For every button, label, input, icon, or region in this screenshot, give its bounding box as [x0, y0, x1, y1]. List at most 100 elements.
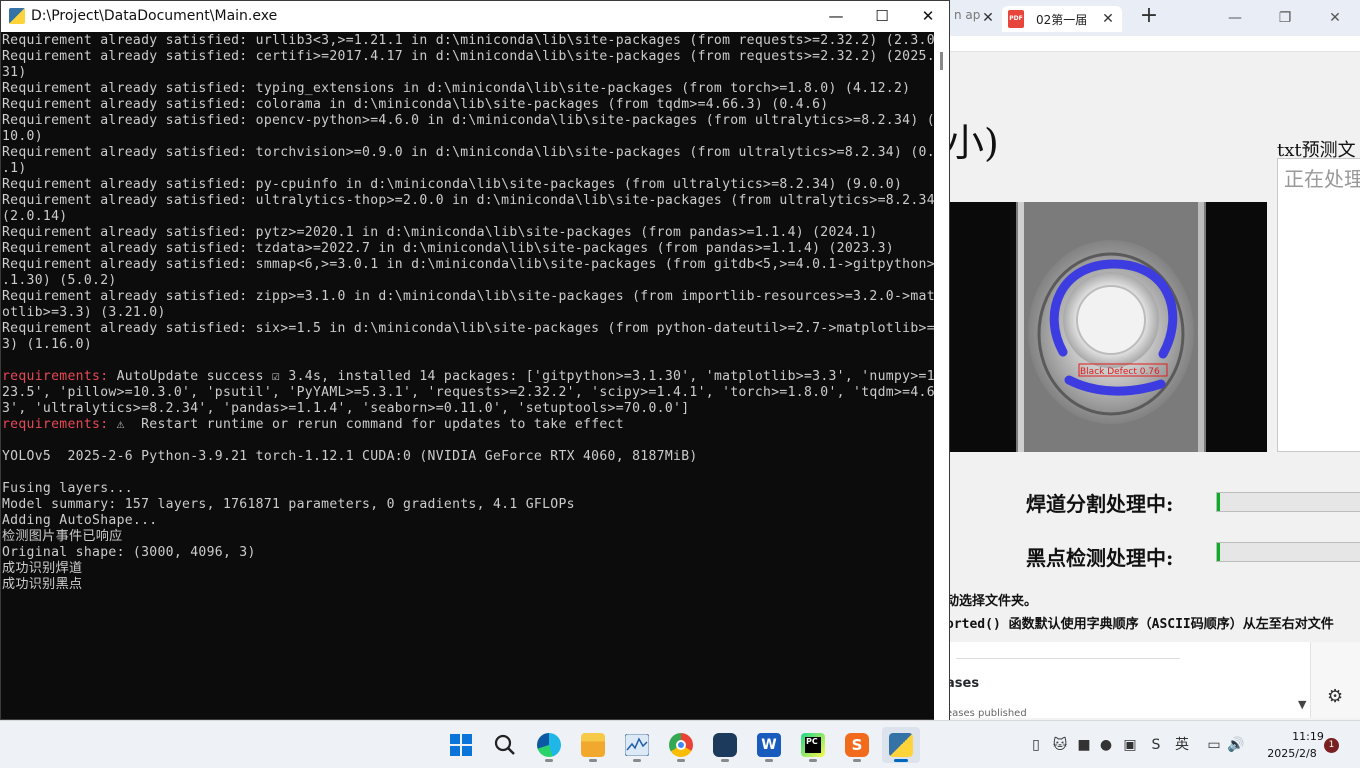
- cat-tray-icon[interactable]: 🐱: [1050, 735, 1070, 755]
- console-line: (2.0.14): [2, 209, 68, 224]
- console-line: otlib>=3.3) (3.21.0): [2, 305, 166, 320]
- minimize-icon[interactable]: —: [1224, 8, 1246, 28]
- console-line: 23.5', 'pillow>=10.3.0', 'psutil', 'PyYA…: [2, 385, 934, 400]
- minimize-button[interactable]: —: [813, 1, 859, 32]
- console-line: requirements: ⚠ Restart runtime or rerun…: [2, 417, 624, 432]
- pycharm-app[interactable]: PC: [794, 727, 832, 763]
- browser-bottom-pane: ases eases published ▼ ⚙: [946, 642, 1360, 719]
- console-window[interactable]: D:\Project\DataDocument\Main.exe — ☐ ✕ R…: [0, 0, 950, 720]
- scrollbar-thumb[interactable]: [940, 52, 943, 70]
- search-icon: [494, 734, 515, 755]
- console-line: Requirement already satisfied: zipp>=3.1…: [2, 289, 934, 304]
- console-line: Requirement already satisfied: urllib3<3…: [2, 33, 934, 48]
- notification-badge[interactable]: 1: [1324, 738, 1339, 753]
- close-icon[interactable]: ✕: [980, 10, 996, 26]
- browser-tab-active[interactable]: PDF 02第一届 ✕: [1002, 6, 1122, 32]
- console-title-bar[interactable]: D:\Project\DataDocument\Main.exe — ☐ ✕: [1, 1, 949, 32]
- windows-logo-icon: [450, 734, 472, 756]
- sogou-icon: S: [845, 733, 869, 757]
- console-line: Requirement already satisfied: pytz>=202…: [2, 225, 878, 240]
- console-line: Requirement already satisfied: smmap<6,>…: [2, 257, 934, 272]
- desktop: n ap ✕ PDF 02第一届 ✕ + — ❐ ✕ 小) Black Defe…: [0, 0, 1360, 768]
- folder-icon: [581, 733, 605, 757]
- detection-image: Black Defect 0.76: [946, 202, 1267, 452]
- usb-icon[interactable]: ▯: [1026, 735, 1046, 755]
- word-app[interactable]: W: [750, 727, 788, 763]
- console-line: Requirement already satisfied: colorama …: [2, 97, 829, 112]
- console-line: 成功识别黑点: [2, 577, 83, 592]
- pdf-icon: PDF: [1008, 10, 1024, 28]
- new-tab-button[interactable]: +: [1138, 5, 1160, 28]
- console-line: Fusing layers...: [2, 481, 133, 496]
- detection-app-page: 小) Black Defect 0.76 txt预测文 正在处理 焊道分割处理中…: [946, 52, 1360, 642]
- edge-app[interactable]: [530, 727, 568, 763]
- background-browser-window[interactable]: n ap ✕ PDF 02第一届 ✕ + — ❐ ✕ 小) Black Defe…: [946, 0, 1360, 719]
- sogou-tray-icon[interactable]: S: [1146, 735, 1166, 755]
- console-scrollbar[interactable]: [934, 32, 949, 720]
- txt-prediction-status: 正在处理: [1284, 167, 1360, 191]
- cat-icon: [713, 733, 737, 757]
- close-icon[interactable]: ✕: [1100, 11, 1116, 27]
- browser-side-rail: ⚙: [1310, 642, 1360, 718]
- restore-icon[interactable]: ❐: [1274, 8, 1296, 28]
- network-icon[interactable]: ▭: [1204, 735, 1224, 755]
- console-line: Requirement already satisfied: ultralyti…: [2, 193, 934, 208]
- word-icon: W: [757, 733, 781, 757]
- browser-tab-title: 02第一届: [1036, 13, 1088, 27]
- python-console-app[interactable]: [882, 727, 920, 763]
- console-line: requirements: AutoUpdate success ☑ 3.4s,…: [2, 369, 934, 384]
- console-line: Model summary: 157 layers, 1761871 param…: [2, 497, 575, 512]
- console-output[interactable]: Requirement already satisfied: urllib3<3…: [1, 32, 934, 720]
- maximize-button[interactable]: ☐: [859, 1, 905, 32]
- console-line: Requirement already satisfied: certifi>=…: [2, 49, 934, 64]
- console-line: Requirement already satisfied: tzdata>=2…: [2, 241, 894, 256]
- releases-sub: eases published: [946, 708, 1027, 719]
- scroll-down-icon[interactable]: ▼: [1298, 698, 1306, 711]
- dot-detect-label: 黑点检测处理中:: [1026, 546, 1174, 570]
- divider: [956, 658, 1180, 659]
- gear-icon[interactable]: ⚙: [1327, 686, 1343, 707]
- task-manager-icon: [625, 734, 649, 756]
- pycharm-icon: PC: [801, 733, 825, 757]
- file-explorer-app[interactable]: [574, 727, 612, 763]
- clock-date[interactable]: 2025/2/8: [1262, 747, 1322, 760]
- weld-seg-progress-bar: [1216, 492, 1360, 512]
- dot-detect-progress-bar: [1216, 542, 1360, 562]
- console-line: Requirement already satisfied: six>=1.5 …: [2, 321, 934, 336]
- search-button[interactable]: [486, 727, 524, 763]
- volume-icon[interactable]: 🔊: [1226, 735, 1246, 755]
- browser-toolbar: [946, 36, 1360, 52]
- detection-label: Black Defect 0.76: [1080, 367, 1160, 377]
- anaconda-prompt-app[interactable]: [706, 727, 744, 763]
- start-button[interactable]: [442, 727, 480, 763]
- console-line: Original shape: (3000, 4096, 3): [2, 545, 256, 560]
- weld-image-svg: Black Defect 0.76: [946, 202, 1267, 452]
- console-line: Adding AutoShape...: [2, 513, 158, 528]
- console-line: Requirement already satisfied: opencv-py…: [2, 113, 934, 128]
- sogou-app[interactable]: S: [838, 727, 876, 763]
- close-button[interactable]: ✕: [905, 1, 951, 32]
- chrome-icon: [669, 733, 693, 757]
- note-line-2: orted() 函数默认使用字典顺序（ASCII码顺序）从左至右对文件: [946, 617, 1334, 632]
- note-line-1: 动选择文件夹。: [946, 594, 1038, 609]
- app-title-fragment: 小): [946, 121, 999, 165]
- console-line: 31): [2, 65, 27, 80]
- edge-icon: [537, 733, 561, 757]
- console-line: .1.30) (5.0.2): [2, 273, 117, 288]
- app-tray-icon[interactable]: ■: [1074, 735, 1094, 755]
- wechat-icon[interactable]: ●: [1096, 735, 1116, 755]
- txt-prediction-box: 正在处理: [1277, 158, 1360, 452]
- console-line: .1): [2, 161, 27, 176]
- ime-indicator[interactable]: 英: [1172, 735, 1192, 755]
- nvidia-icon[interactable]: ▣: [1120, 735, 1140, 755]
- close-window-icon[interactable]: ✕: [1324, 8, 1346, 28]
- task-manager-app[interactable]: [618, 727, 656, 763]
- weld-seg-label: 焊道分割处理中:: [1026, 492, 1174, 516]
- releases-heading[interactable]: ases: [946, 676, 979, 691]
- console-line: 3', 'ultralytics>=8.2.34', 'pandas>=1.1.…: [2, 401, 690, 416]
- python-icon: [9, 8, 25, 24]
- console-line: 检测图片事件已响应: [2, 529, 123, 544]
- chrome-app[interactable]: [662, 727, 700, 763]
